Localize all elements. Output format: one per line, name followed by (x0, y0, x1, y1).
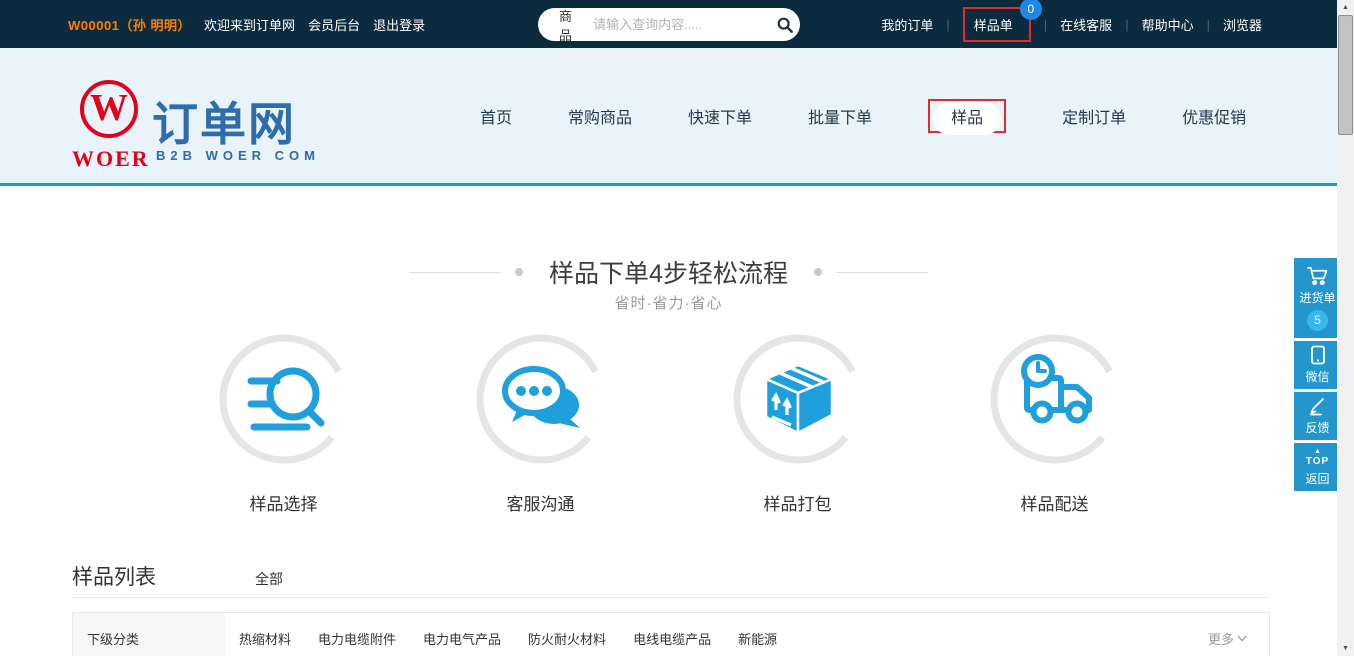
category-heat-shrink[interactable]: 热缩材料 (239, 629, 291, 656)
topbar-links: 我的订单 | 样品单 0 | 在线客服 | 帮助中心 | 浏览器 (881, 0, 1262, 48)
separator: | (946, 17, 949, 32)
step-label: 样品配送 (1021, 490, 1089, 515)
nav-item-bulk-order[interactable]: 批量下单 (808, 104, 872, 128)
feedback-label: 反馈 (1305, 419, 1329, 436)
process-steps: 样品选择 客服沟通 (155, 334, 1183, 515)
site-tagline: B2B WOER COM (156, 148, 320, 163)
step-sample-delivery[interactable]: 样品配送 (926, 334, 1183, 515)
nav-item-quick-order[interactable]: 快速下单 (688, 104, 752, 128)
step-sample-packing[interactable]: 样品打包 (669, 334, 926, 515)
search-bar: 商品 (538, 8, 800, 41)
divider (72, 597, 1270, 598)
logout-link[interactable]: 退出登录 (373, 15, 425, 34)
feedback-button[interactable]: 反馈 (1294, 392, 1341, 440)
site-header: W WOER 订单网 B2B WOER COM 首页 常购商品 快速下单 批量下… (0, 48, 1354, 186)
scrollbar-thumb[interactable] (1338, 15, 1353, 135)
more-button[interactable]: 更多 (1208, 629, 1247, 648)
logo-brand-text: WOER (72, 146, 146, 172)
nav-item-promotions[interactable]: 优惠促销 (1182, 104, 1246, 128)
cart-icon (1306, 266, 1329, 286)
purchase-list-badge: 5 (1307, 310, 1328, 331)
category-fireproof-materials[interactable]: 防火耐火材料 (528, 629, 606, 656)
category-filter-row: 下级分类 热缩材料 电力电缆附件 电力电气产品 防火耐火材料 电线电缆产品 新能… (72, 612, 1270, 656)
search-category-dropdown[interactable]: 商品 (559, 6, 578, 44)
package-box-icon (733, 334, 863, 464)
member-center-link[interactable]: 会员后台 (308, 15, 360, 34)
step-label: 样品打包 (764, 490, 832, 515)
wechat-label: 微信 (1305, 368, 1329, 385)
search-icon[interactable] (769, 8, 800, 41)
sample-order-link[interactable]: 样品单 0 (963, 7, 1031, 42)
sample-list-title: 样品列表 (72, 561, 156, 591)
tab-all[interactable]: 全部 (255, 569, 283, 589)
site-name[interactable]: 订单网 (152, 88, 296, 154)
browser-link[interactable]: 浏览器 (1223, 15, 1262, 34)
back-to-top-button[interactable]: ▲ TOP 返回 (1294, 443, 1341, 491)
delivery-truck-icon (990, 334, 1120, 464)
step-label: 客服沟通 (507, 490, 575, 515)
logo-letter: W (90, 89, 128, 127)
up-arrow-icon: ▲ (1314, 448, 1321, 455)
scrollbar[interactable]: ▲ ▼ (1337, 0, 1354, 656)
chat-bubbles-icon (476, 334, 606, 464)
user-id: W00001（孙 明明） (68, 15, 191, 34)
pencil-icon (1308, 397, 1328, 416)
step-sample-selection[interactable]: 样品选择 (155, 334, 412, 515)
step-label: 样品选择 (250, 490, 318, 515)
purchase-list-button[interactable]: 进货单 5 (1294, 258, 1341, 338)
decorative-dot (814, 268, 822, 276)
category-power-electric-products[interactable]: 电力电气产品 (423, 629, 501, 656)
separator: | (1125, 17, 1128, 32)
category-power-cable-accessories[interactable]: 电力电缆附件 (318, 629, 396, 656)
back-label: 返回 (1305, 470, 1329, 487)
scrollbar-down-icon[interactable]: ▼ (1337, 641, 1354, 656)
more-label: 更多 (1208, 629, 1234, 648)
side-toolbar: 进货单 5 微信 反馈 ▲ TOP 返回 (1294, 258, 1341, 494)
annotation-red-box: 样品 (928, 99, 1006, 133)
decorative-line (836, 272, 928, 273)
step-customer-service[interactable]: 客服沟通 (412, 334, 669, 515)
top-text: TOP (1306, 457, 1329, 467)
category-links: 热缩材料 电力电缆附件 电力电气产品 防火耐火材料 电线电缆产品 新能源 (225, 613, 777, 656)
scrollbar-up-icon[interactable]: ▲ (1337, 0, 1354, 15)
chevron-down-icon (1237, 635, 1247, 642)
nav-item-frequent-goods[interactable]: 常购商品 (568, 104, 632, 128)
process-title: 样品下单4步轻松流程 (549, 254, 788, 290)
sample-order-label: 样品单 (974, 18, 1013, 33)
search-input[interactable] (593, 17, 769, 32)
nav-item-home[interactable]: 首页 (480, 104, 512, 128)
filter-label: 下级分类 (73, 613, 225, 656)
my-orders-link[interactable]: 我的订单 (881, 15, 933, 34)
topbar-user-area: W00001（孙 明明） 欢迎来到订单网 会员后台 退出登录 (68, 0, 425, 48)
wechat-button[interactable]: 微信 (1294, 341, 1341, 389)
process-subtitle: 省时·省力·省心 (0, 292, 1337, 313)
main-nav: 首页 常购商品 快速下单 批量下单 样品 定制订单 优惠促销 (480, 48, 1246, 183)
help-center-link[interactable]: 帮助中心 (1142, 15, 1194, 34)
separator: | (1044, 17, 1047, 32)
category-wire-cable-products[interactable]: 电线电缆产品 (633, 629, 711, 656)
nav-item-custom-order[interactable]: 定制订单 (1062, 104, 1126, 128)
nav-item-samples-active[interactable]: 样品 (933, 102, 1001, 135)
decorative-line (409, 272, 501, 273)
woer-logo-icon[interactable]: W (80, 80, 138, 138)
separator: | (1207, 17, 1210, 32)
search-list-icon (219, 334, 349, 464)
mobile-phone-icon (1310, 345, 1326, 365)
category-new-energy[interactable]: 新能源 (738, 629, 777, 656)
decorative-dot (515, 268, 523, 276)
sample-order-badge: 0 (1020, 0, 1042, 20)
topbar: W00001（孙 明明） 欢迎来到订单网 会员后台 退出登录 商品 我的订单 |… (0, 0, 1354, 48)
welcome-text: 欢迎来到订单网 (204, 15, 295, 34)
process-title-row: 样品下单4步轻松流程 (0, 254, 1337, 290)
online-service-link[interactable]: 在线客服 (1060, 15, 1112, 34)
purchase-list-label: 进货单 (1299, 289, 1335, 306)
